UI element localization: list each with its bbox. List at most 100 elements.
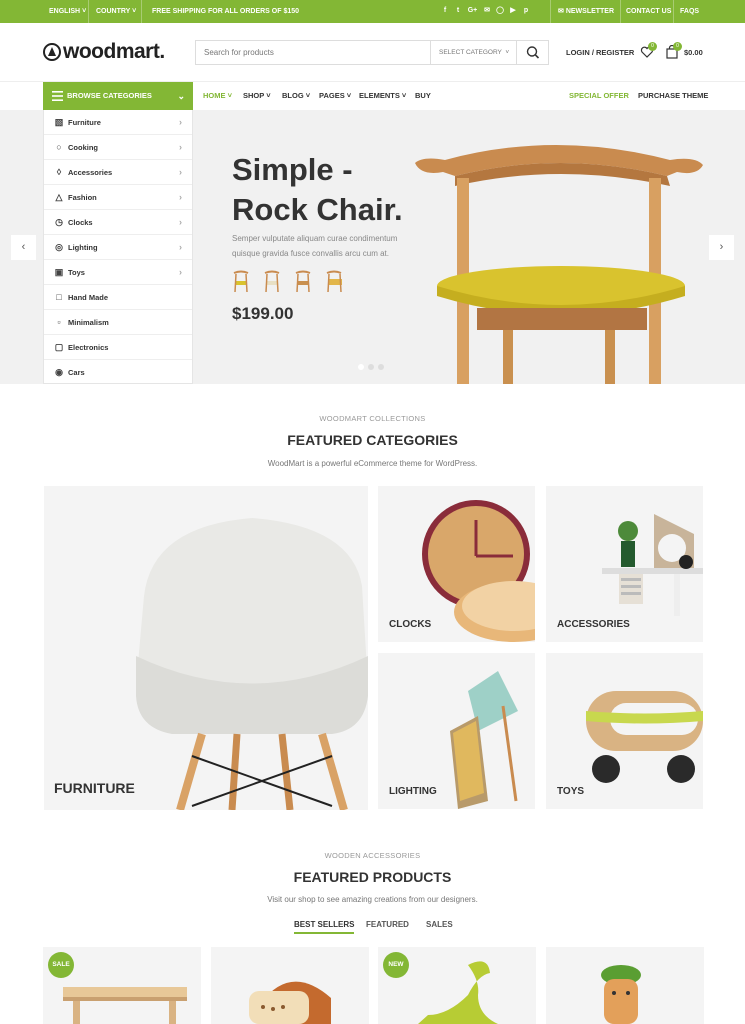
nav-pages[interactable]: PAGES ˅ bbox=[319, 82, 351, 110]
slider-dot[interactable] bbox=[368, 364, 374, 370]
product-card[interactable]: SALE bbox=[43, 947, 201, 1024]
category-select-label: SELECT CATEGORY bbox=[439, 49, 502, 56]
shipping-notice: FREE SHIPPING FOR ALL ORDERS OF $150 bbox=[152, 8, 300, 15]
category-card-toys[interactable]: TOYS bbox=[546, 653, 703, 809]
hero-price: $199.00 bbox=[232, 304, 294, 323]
faqs-link[interactable]: FAQS bbox=[680, 0, 699, 23]
hero-description: Semper vulputate aliquam curae condiment… bbox=[232, 234, 398, 258]
category-item-hand-made[interactable]: □ Hand Made bbox=[44, 285, 192, 310]
chair-variant-icon[interactable] bbox=[326, 270, 342, 293]
category-item-furniture[interactable]: ▧ Furniture › bbox=[44, 110, 192, 135]
wooden-toy-image bbox=[249, 981, 331, 1024]
product-card[interactable]: NEW bbox=[378, 947, 536, 1024]
nav-shop[interactable]: SHOP ˅ bbox=[243, 82, 271, 110]
nav-label: SHOP bbox=[243, 91, 265, 100]
category-card-accessories[interactable]: ACCESSORIES bbox=[546, 486, 703, 642]
contact-link[interactable]: CONTACT US bbox=[626, 0, 671, 23]
youtube-icon[interactable]: ▶ bbox=[509, 6, 517, 16]
category-item-accessories[interactable]: ◊ Accessories › bbox=[44, 160, 192, 185]
category-label: Cars bbox=[68, 368, 85, 377]
wishlist-button[interactable]: 0 bbox=[640, 42, 657, 59]
facebook-icon[interactable]: f bbox=[441, 6, 449, 16]
slider-next-button[interactable]: › bbox=[709, 235, 734, 260]
purchase-theme-link[interactable]: PURCHASE THEME bbox=[638, 82, 708, 110]
divider bbox=[550, 0, 551, 23]
category-label: Cooking bbox=[68, 143, 98, 152]
language-label: ENGLISH bbox=[49, 8, 81, 15]
category-label: Lighting bbox=[68, 243, 98, 252]
site-logo[interactable]: woodmart. bbox=[43, 40, 165, 64]
chair-variant-icon[interactable] bbox=[264, 270, 280, 293]
category-item-cooking[interactable]: ○ Cooking › bbox=[44, 135, 192, 160]
category-card-lighting[interactable]: LIGHTING bbox=[378, 653, 535, 809]
login-register-link[interactable]: LOGIN / REGISTER bbox=[566, 40, 634, 65]
shirt-icon: △ bbox=[55, 192, 63, 202]
category-card-label: FURNITURE bbox=[54, 780, 135, 796]
browse-categories-button[interactable]: BROWSE CATEGORIES ⌄ bbox=[43, 82, 193, 110]
category-card-label: ACCESSORIES bbox=[557, 619, 630, 630]
section-description: Visit our shop to see amazing creations … bbox=[267, 895, 478, 904]
country-selector[interactable]: COUNTRY ˅ bbox=[96, 0, 136, 23]
category-label: Clocks bbox=[68, 218, 93, 227]
slider-prev-button[interactable]: ‹ bbox=[11, 235, 36, 260]
section-description: WoodMart is a powerful eCommerce theme f… bbox=[267, 459, 478, 468]
category-item-cars[interactable]: ◉ Cars bbox=[44, 360, 192, 385]
cart-button[interactable]: 0 bbox=[665, 42, 682, 59]
nav-blog[interactable]: BLOG ˅ bbox=[282, 82, 310, 110]
furniture-image bbox=[136, 518, 368, 810]
green-chair-image bbox=[418, 961, 498, 1024]
hero-title-line: Simple - bbox=[232, 152, 353, 187]
section-title: FEATURED PRODUCTS bbox=[293, 869, 452, 885]
divider bbox=[88, 0, 89, 23]
stool-image bbox=[63, 987, 187, 1024]
chevron-right-icon: › bbox=[179, 192, 182, 202]
chair-variant-icon[interactable] bbox=[295, 270, 311, 293]
bulb-icon: ◎ bbox=[55, 242, 63, 252]
category-label: Electronics bbox=[68, 343, 109, 352]
tab-best-sellers[interactable]: BEST SELLERS bbox=[294, 920, 355, 934]
category-label: Accessories bbox=[68, 168, 113, 177]
nav-buy[interactable]: BUY bbox=[415, 82, 431, 110]
chevron-down-icon: ⌄ bbox=[177, 91, 185, 101]
section-title: FEATURED CATEGORIES bbox=[287, 432, 458, 448]
category-item-toys[interactable]: ▣ Toys › bbox=[44, 260, 192, 285]
chevron-right-icon: › bbox=[179, 217, 182, 227]
twitter-icon[interactable]: t bbox=[454, 6, 462, 16]
car-icon: ◉ bbox=[55, 367, 63, 377]
tab-sales[interactable]: SALES bbox=[426, 920, 453, 929]
category-item-fashion[interactable]: △ Fashion › bbox=[44, 185, 192, 210]
special-offer-link[interactable]: SPECIAL OFFER bbox=[569, 82, 629, 110]
category-item-clocks[interactable]: ◷ Clocks › bbox=[44, 210, 192, 235]
product-card[interactable] bbox=[211, 947, 369, 1024]
hero-title-line: Rock Chair. bbox=[232, 192, 403, 227]
chair-variant-icon[interactable] bbox=[233, 270, 249, 293]
category-select[interactable]: SELECT CATEGORY ˅ bbox=[430, 41, 516, 64]
nav-label: BLOG bbox=[282, 91, 304, 100]
newsletter-label: NEWSLETTER bbox=[565, 8, 615, 15]
search-input[interactable]: Search for products bbox=[204, 41, 274, 64]
category-item-electronics[interactable]: ▢ Electronics bbox=[44, 335, 192, 360]
instagram-icon[interactable]: ◯ bbox=[496, 6, 504, 16]
email-icon[interactable]: ✉ bbox=[483, 6, 491, 16]
product-card[interactable] bbox=[546, 947, 704, 1024]
pinterest-icon[interactable]: p bbox=[522, 6, 530, 16]
clocks-image bbox=[422, 500, 535, 642]
chevron-right-icon: › bbox=[179, 242, 182, 252]
slider-dot[interactable] bbox=[378, 364, 384, 370]
logo-text: woodmart. bbox=[63, 40, 165, 63]
language-selector[interactable]: ENGLISH ˅ bbox=[49, 0, 86, 23]
newsletter-link[interactable]: ✉ NEWSLETTER bbox=[558, 0, 614, 23]
category-item-minimalism[interactable]: ▫ Minimalism bbox=[44, 310, 192, 335]
slider-dot[interactable] bbox=[358, 364, 364, 370]
search-button[interactable] bbox=[516, 41, 548, 64]
nav-elements[interactable]: ELEMENTS ˅ bbox=[359, 82, 406, 110]
category-card-clocks[interactable]: CLOCKS bbox=[378, 486, 535, 642]
category-item-lighting[interactable]: ◎ Lighting › bbox=[44, 235, 192, 260]
category-card-furniture[interactable]: FURNITURE bbox=[44, 486, 368, 810]
category-label: Minimalism bbox=[68, 318, 109, 327]
google-plus-icon[interactable]: G+ bbox=[467, 6, 478, 16]
country-label: COUNTRY bbox=[96, 8, 131, 15]
tab-featured[interactable]: FEATURED bbox=[366, 920, 409, 929]
hand-icon: □ bbox=[56, 292, 62, 302]
nav-home[interactable]: HOME ˅ bbox=[203, 82, 232, 110]
